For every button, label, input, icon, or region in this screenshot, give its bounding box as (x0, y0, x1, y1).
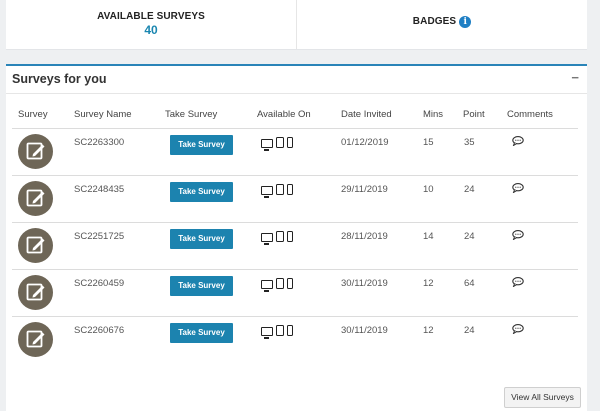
available-surveys-cell: AVAILABLE SURVEYS 40 (6, 0, 296, 49)
available-devices (261, 137, 293, 151)
badges-cell: BADGES i (296, 0, 587, 49)
available-devices (261, 325, 293, 339)
table-row: SC2251725 Take Survey 28/11/2019 14 24 (12, 222, 578, 269)
column-available-on: Available On (257, 109, 311, 120)
badges-label: BADGES (412, 16, 457, 27)
tablet-icon (276, 231, 284, 242)
date-invited: 29/11/2019 (341, 184, 388, 195)
tablet-icon (276, 137, 284, 148)
date-invited: 30/11/2019 (341, 325, 388, 336)
available-devices (261, 231, 293, 245)
desktop-icon (261, 327, 273, 339)
comment-icon[interactable] (512, 136, 524, 149)
column-date-invited: Date Invited (341, 109, 392, 120)
collapse-button[interactable]: − (571, 70, 579, 85)
comment-icon[interactable] (512, 230, 524, 243)
phone-icon (287, 137, 293, 148)
phone-icon (287, 231, 293, 242)
survey-name: SC2260676 (74, 325, 125, 336)
available-devices (261, 278, 293, 292)
mins: 15 (423, 137, 434, 148)
phone-icon (287, 184, 293, 195)
comment-icon[interactable] (512, 183, 524, 196)
panel-header: Surveys for you − (6, 66, 587, 94)
mins: 12 (423, 278, 434, 289)
survey-name: SC2248435 (74, 184, 125, 195)
comment-icon[interactable] (512, 277, 524, 290)
mins: 14 (423, 231, 434, 242)
survey-name: SC2263300 (74, 137, 125, 148)
view-all-surveys-button[interactable]: View All Surveys (504, 387, 581, 408)
table-row: SC2263300 Take Survey 01/12/2019 15 35 (12, 128, 578, 175)
point: 24 (464, 184, 475, 195)
tablet-icon (276, 184, 284, 195)
available-surveys-label: AVAILABLE SURVEYS (97, 11, 205, 22)
survey-icon (18, 322, 53, 357)
desktop-icon (261, 280, 273, 292)
mins: 10 (423, 184, 434, 195)
tablet-icon (276, 325, 284, 336)
phone-icon (287, 325, 293, 336)
available-surveys-count: 40 (144, 23, 158, 37)
take-survey-button[interactable]: Take Survey (170, 276, 233, 296)
tablet-icon (276, 278, 284, 289)
column-survey-name: Survey Name (74, 109, 132, 120)
column-point: Point (463, 109, 485, 120)
desktop-icon (261, 139, 273, 151)
table-row: SC2260676 Take Survey 30/11/2019 12 24 (12, 316, 578, 363)
point: 64 (464, 278, 475, 289)
take-survey-button[interactable]: Take Survey (170, 182, 233, 202)
available-devices (261, 184, 293, 198)
survey-icon (18, 275, 53, 310)
column-mins: Mins (423, 109, 444, 120)
panel-title: Surveys for you (12, 72, 107, 86)
table-row: SC2260459 Take Survey 30/11/2019 12 64 (12, 269, 578, 316)
phone-icon (287, 278, 293, 289)
summary-card: AVAILABLE SURVEYS 40 BADGES i (6, 0, 587, 50)
column-comments: Comments (507, 109, 553, 120)
survey-icon (18, 228, 53, 263)
take-survey-button[interactable]: Take Survey (170, 323, 233, 343)
survey-icon (18, 181, 53, 216)
date-invited: 30/11/2019 (341, 278, 388, 289)
surveys-panel: Surveys for you − Survey Survey Name Tak… (6, 64, 587, 411)
survey-icon (18, 134, 53, 169)
point: 24 (464, 325, 475, 336)
comment-icon[interactable] (512, 324, 524, 337)
table-row: SC2248435 Take Survey 29/11/2019 10 24 (12, 175, 578, 222)
date-invited: 01/12/2019 (341, 137, 389, 148)
desktop-icon (261, 233, 273, 245)
info-icon[interactable]: i (459, 15, 472, 28)
point: 24 (464, 231, 475, 242)
point: 35 (464, 137, 475, 148)
date-invited: 28/11/2019 (341, 231, 388, 242)
column-survey: Survey (18, 109, 48, 120)
survey-name: SC2251725 (74, 231, 125, 242)
mins: 12 (423, 325, 434, 336)
desktop-icon (261, 186, 273, 198)
survey-name: SC2260459 (74, 278, 125, 289)
take-survey-button[interactable]: Take Survey (170, 229, 233, 249)
table-header: Survey Survey Name Take Survey Available… (6, 107, 587, 127)
column-take-survey: Take Survey (165, 109, 218, 120)
take-survey-button[interactable]: Take Survey (170, 135, 233, 155)
